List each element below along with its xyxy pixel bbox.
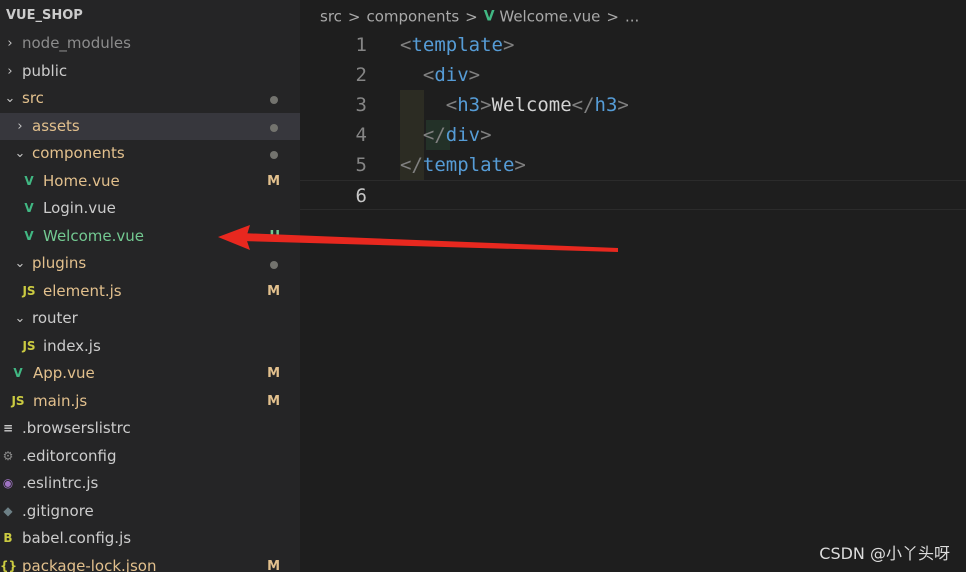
arrow-head — [218, 225, 250, 250]
watermark: CSDN @小丫头呀 — [819, 544, 950, 563]
arrow-shaft — [240, 233, 618, 252]
red-arrow-annotation — [218, 225, 618, 252]
